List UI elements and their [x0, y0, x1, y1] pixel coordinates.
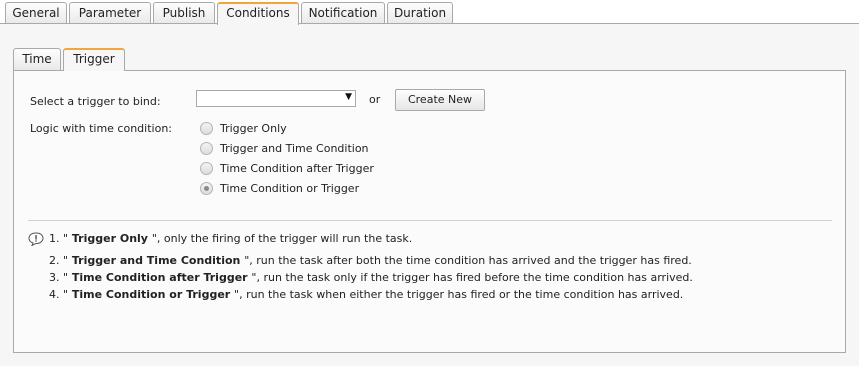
- trigger-panel: [13, 70, 846, 353]
- tab-general[interactable]: General: [5, 2, 67, 24]
- tab-notification[interactable]: Notification: [301, 2, 385, 24]
- note-line-1: 1. " Trigger Only ", only the firing of …: [49, 232, 413, 245]
- chevron-down-icon: ▼: [345, 92, 352, 102]
- note-line-2: 2. " Trigger and Time Condition ", run t…: [49, 254, 692, 267]
- radio-button[interactable]: [200, 161, 213, 175]
- note-line-4: 4. " Time Condition or Trigger ", run th…: [49, 288, 684, 301]
- tab-parameter[interactable]: Parameter: [69, 2, 151, 24]
- info-icon: [28, 232, 44, 246]
- divider: [28, 220, 832, 221]
- radio-label: Time Condition or Trigger: [220, 181, 360, 195]
- tab-duration[interactable]: Duration: [387, 2, 453, 24]
- radio-label: Trigger and Time Condition: [220, 141, 369, 155]
- note-line-3: 3. " Time Condition after Trigger ", run…: [49, 271, 693, 284]
- radio-option-time-or-trigger[interactable]: Time Condition or Trigger: [200, 181, 359, 195]
- tab-publish[interactable]: Publish: [153, 2, 215, 24]
- tab-trigger[interactable]: Trigger: [63, 48, 125, 71]
- or-text: or: [369, 93, 381, 106]
- radio-option-trigger-only[interactable]: Trigger Only: [200, 121, 287, 135]
- radio-button[interactable]: [200, 121, 213, 135]
- radio-label: Time Condition after Trigger: [220, 161, 374, 175]
- radio-label: Trigger Only: [220, 121, 287, 135]
- select-trigger-label: Select a trigger to bind:: [30, 95, 161, 108]
- radio-button[interactable]: [200, 141, 213, 155]
- radio-button-selected[interactable]: [200, 181, 213, 195]
- radio-option-time-after-trigger[interactable]: Time Condition after Trigger: [200, 161, 374, 175]
- tab-time[interactable]: Time: [13, 48, 61, 70]
- logic-label: Logic with time condition:: [30, 122, 172, 135]
- tab-conditions[interactable]: Conditions: [217, 2, 299, 25]
- create-new-button[interactable]: Create New: [395, 89, 485, 111]
- radio-option-trigger-and-time[interactable]: Trigger and Time Condition: [200, 141, 369, 155]
- trigger-select[interactable]: ▼: [196, 90, 356, 107]
